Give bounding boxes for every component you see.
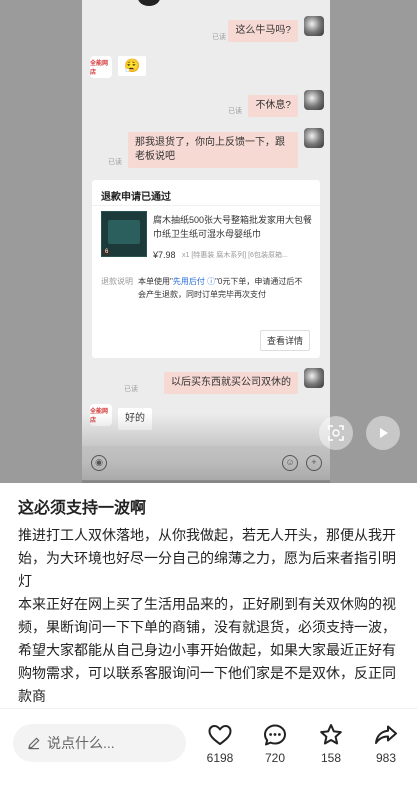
comment-icon <box>264 724 286 746</box>
scan-icon[interactable] <box>319 416 353 450</box>
user-avatar <box>304 16 324 36</box>
post-image[interactable]: 这么牛马吗? 已读 全能网店 😮‍💨 不休息? 已读 那我退货了，你向上反馈一下… <box>0 0 417 483</box>
like-count: 6198 <box>206 751 234 765</box>
share-icon <box>375 725 397 744</box>
play-icon[interactable] <box>366 416 400 450</box>
refund-card[interactable]: 退款申请已通过 6 腐木抽纸500张大号整箱批发家用大包餐巾纸卫生纸可湿水母婴纸… <box>92 180 320 358</box>
heart-icon <box>208 725 232 745</box>
post-body: 推进打工人双休落地，从你我做起，若无人开头，那便从我开始，为大环境也好尽一分自己… <box>18 524 402 708</box>
product-thumbnail: 6 <box>101 211 147 257</box>
star-icon <box>320 724 342 745</box>
post-paragraph: 本来正好在网上买了生活用品来的，正好刷到有关双休购的视频，果断询问一下下单的商铺… <box>18 596 396 704</box>
plus-icon: + <box>306 455 322 471</box>
comment-button[interactable]: 720 <box>253 722 297 765</box>
chat-bubble-sent: 以后买东西就买公司双休的 <box>164 372 298 394</box>
shop-avatar: 全能网店 <box>90 56 112 78</box>
read-receipt: 已读 <box>228 108 242 115</box>
product-name: 腐木抽纸500张大号整箱批发家用大包餐巾纸卫生纸可湿水母婴纸巾 <box>153 215 313 239</box>
refund-title: 退款申请已通过 <box>101 192 171 203</box>
user-avatar <box>304 128 324 148</box>
collect-count: 158 <box>320 751 342 765</box>
chat-input-bar: ◉ ☺ + <box>82 446 330 480</box>
share-button[interactable]: 983 <box>364 722 408 765</box>
emoji-icon: ☺ <box>282 455 298 471</box>
refund-note-text: 本单使用"先用后付 ⓘ"0元下单，申请通过后不会产生退款，同时订单完毕再次支付 <box>138 277 303 299</box>
chat-bubble-sent: 这么牛马吗? <box>228 20 298 42</box>
chat-bubble-sent: 那我退货了，你向上反馈一下，跟老板说吧 <box>128 132 298 168</box>
comment-placeholder: 说点什么... <box>47 735 115 751</box>
post-paragraph: 推进打工人双休落地，从你我做起，若无人开头，那便从我开始，为大环境也好尽一分自己… <box>18 527 396 589</box>
product-spec: x1 [特惠装 腐木系列] [6包装原箱... <box>182 252 288 259</box>
read-receipt: 已读 <box>212 34 226 41</box>
product-price: ¥7.98 <box>153 250 176 260</box>
divider <box>92 205 320 206</box>
bottom-action-bar: 说点什么... 6198 720 158 983 <box>0 708 417 800</box>
pen-icon <box>28 737 40 750</box>
collect-button[interactable]: 158 <box>309 722 353 765</box>
voice-icon: ◉ <box>91 455 107 471</box>
chat-bubble-received: 😮‍💨 <box>118 56 147 76</box>
chat-bubble-sent: 不休息? <box>248 95 298 117</box>
post-title: 这必须支持一波啊 <box>18 500 147 517</box>
user-avatar <box>304 368 324 388</box>
comment-input[interactable]: 说点什么... <box>13 724 186 762</box>
phone-screenshot: 这么牛马吗? 已读 全能网店 😮‍💨 不休息? 已读 那我退货了，你向上反馈一下… <box>82 0 330 483</box>
user-avatar <box>304 90 324 110</box>
comment-count: 720 <box>264 751 286 765</box>
read-receipt: 已读 <box>108 159 122 166</box>
like-button[interactable]: 6198 <box>198 722 242 765</box>
read-receipt: 已读 <box>124 386 138 393</box>
refund-note-label: 退款说明 <box>101 277 133 286</box>
share-count: 983 <box>375 751 397 765</box>
camera-notch <box>138 0 160 6</box>
view-details-button[interactable]: 查看详情 <box>259 330 310 351</box>
